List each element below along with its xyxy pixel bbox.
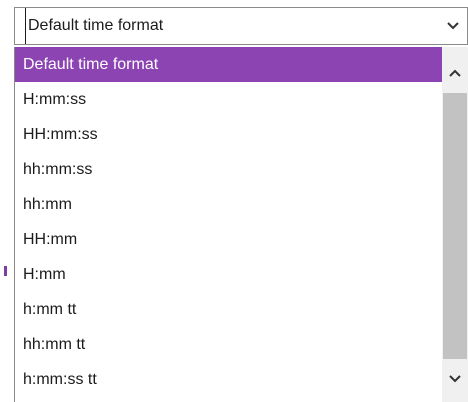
scroll-down-button[interactable] <box>442 361 468 397</box>
list-item[interactable]: h:mm tt <box>15 292 442 327</box>
time-format-combobox[interactable]: Default time format <box>14 7 468 45</box>
list-item[interactable]: HH:mm:ss <box>15 117 442 152</box>
list-item[interactable]: H:mm:ss <box>15 82 442 117</box>
combobox-value: Default time format <box>25 8 163 44</box>
left-accent-mark <box>4 266 7 276</box>
options-list: Default time format H:mm:ss HH:mm:ss hh:… <box>15 47 442 397</box>
list-item[interactable]: h:mm:ss tt <box>15 362 442 397</box>
scrollbar-thumb[interactable] <box>443 93 467 359</box>
list-item[interactable]: HH:mm <box>15 222 442 257</box>
vertical-scrollbar[interactable] <box>442 47 468 402</box>
time-format-dropdown-list: Default time format H:mm:ss HH:mm:ss hh:… <box>14 47 468 402</box>
list-item[interactable]: H:mm <box>15 257 442 292</box>
chevron-down-icon[interactable] <box>445 20 461 32</box>
list-item[interactable]: hh:mm:ss <box>15 152 442 187</box>
scroll-up-button[interactable] <box>442 55 468 91</box>
chevron-up-icon <box>449 69 461 77</box>
list-item[interactable]: hh:mm tt <box>15 327 442 362</box>
list-item[interactable]: Default time format <box>15 47 442 82</box>
list-item[interactable]: hh:mm <box>15 187 442 222</box>
chevron-down-icon <box>449 375 461 383</box>
